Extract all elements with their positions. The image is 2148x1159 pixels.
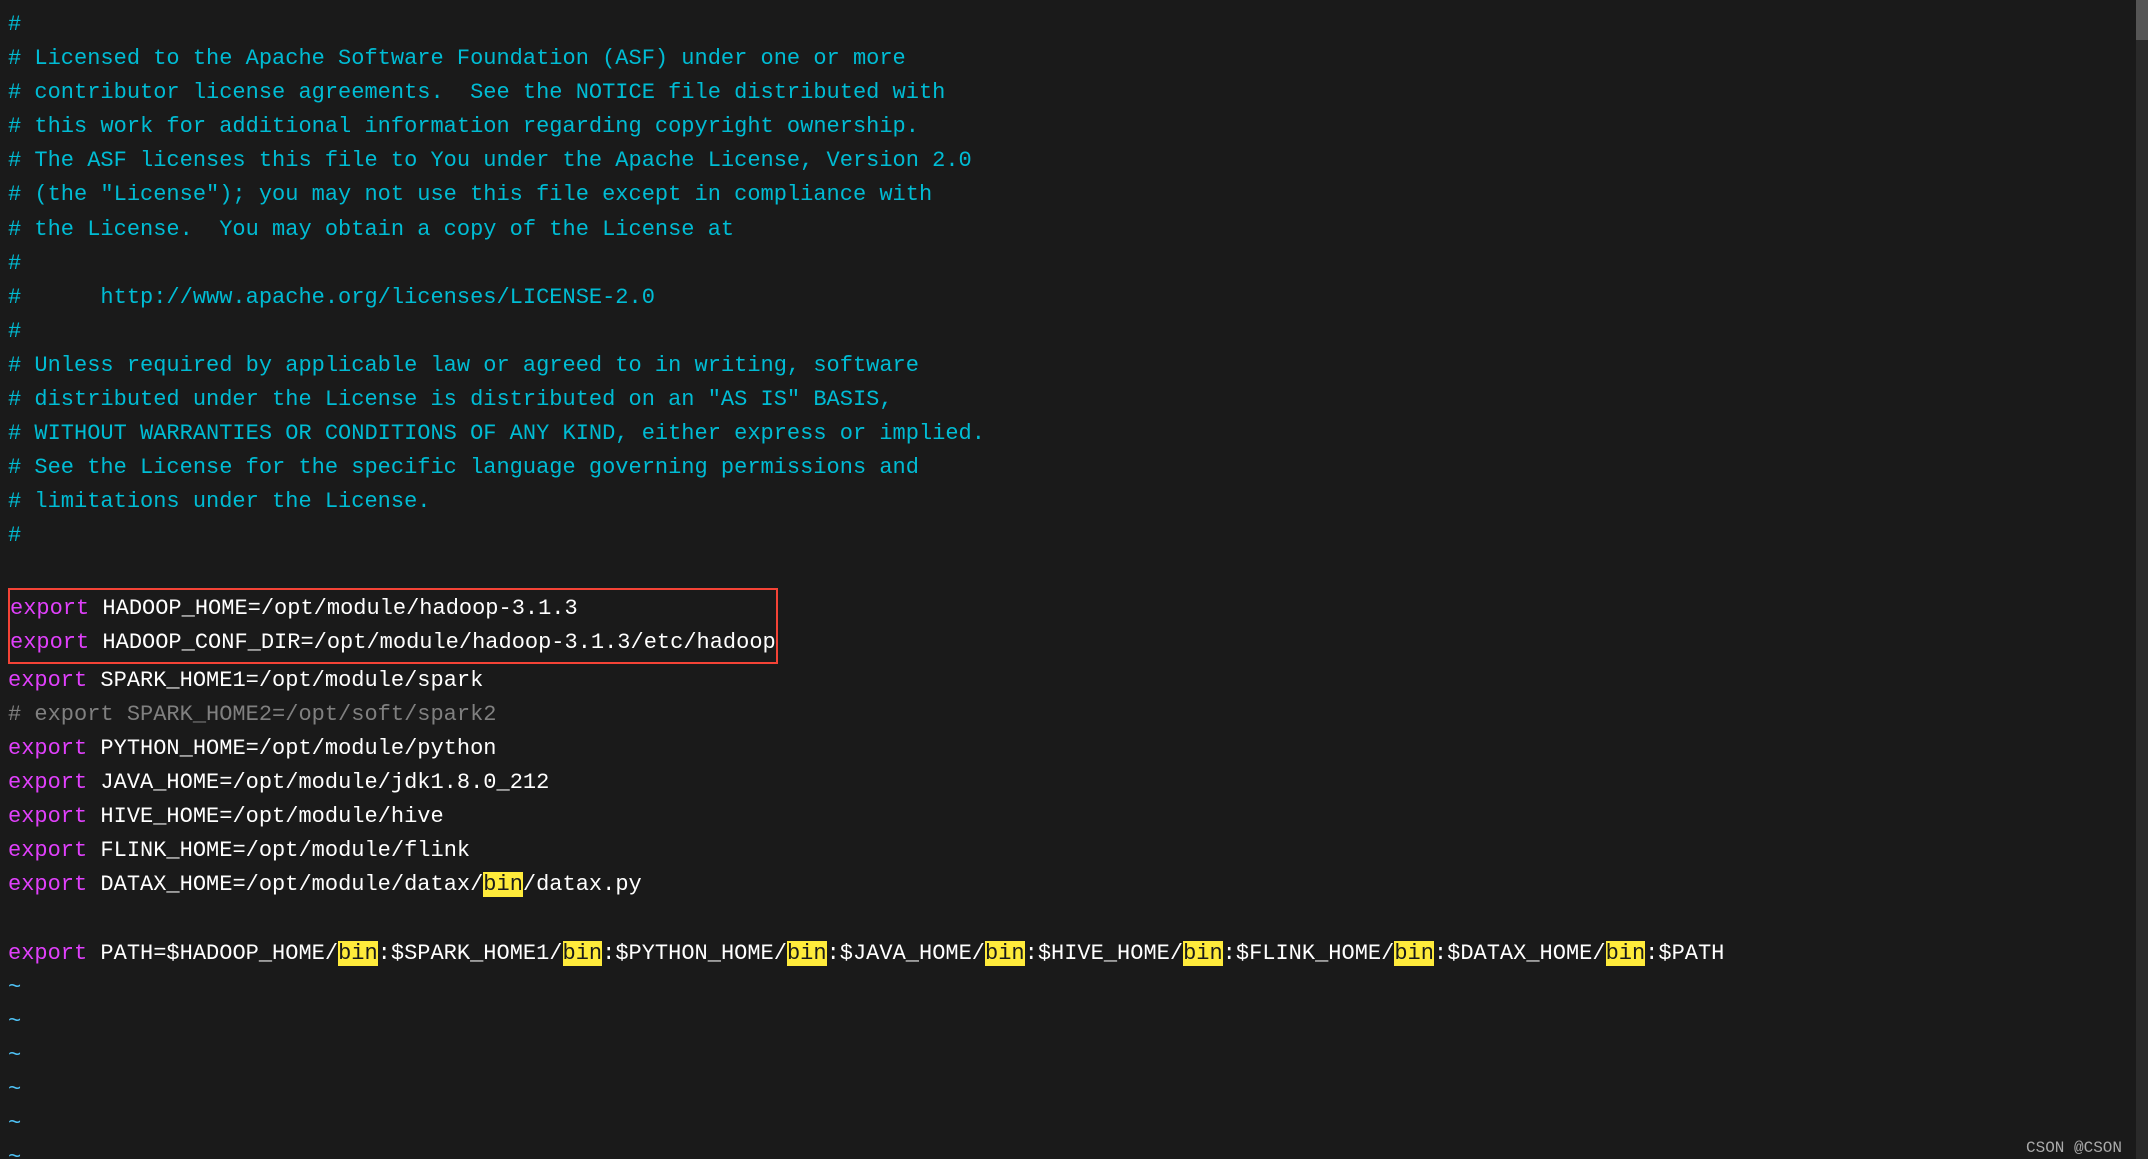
line-5: # The ASF licenses this file to You unde… xyxy=(8,144,2148,178)
tilde-2: ~ xyxy=(8,1005,2148,1039)
line-commented-spark2: # export SPARK_HOME2=/opt/soft/spark2 xyxy=(8,698,2148,732)
tilde-6: ~ xyxy=(8,1141,2148,1159)
scrollbar[interactable] xyxy=(2136,0,2148,1159)
scrollbar-thumb[interactable] xyxy=(2136,0,2148,40)
line-11: # Unless required by applicable law or a… xyxy=(8,349,2148,383)
tilde-5: ~ xyxy=(8,1107,2148,1141)
line-10: # xyxy=(8,315,2148,349)
line-7: # the License. You may obtain a copy of … xyxy=(8,213,2148,247)
line-empty-2 xyxy=(8,902,2148,936)
line-9: # http://www.apache.org/licenses/LICENSE… xyxy=(8,281,2148,315)
line-1: # xyxy=(8,8,2148,42)
line-export-spark-home1: export SPARK_HOME1=/opt/module/spark xyxy=(8,664,2148,698)
line-empty-1 xyxy=(8,554,2148,588)
line-export-python-home: export PYTHON_HOME=/opt/module/python xyxy=(8,732,2148,766)
bottom-bar: CSON @CSON xyxy=(2020,1137,2128,1159)
line-4: # this work for additional information r… xyxy=(8,110,2148,144)
line-15: # limitations under the License. xyxy=(8,485,2148,519)
line-3: # contributor license agreements. See th… xyxy=(8,76,2148,110)
line-8: # xyxy=(8,247,2148,281)
line-export-hive-home: export HIVE_HOME=/opt/module/hive xyxy=(8,800,2148,834)
line-export-datax-home: export DATAX_HOME=/opt/module/datax/bin/… xyxy=(8,868,2148,902)
tilde-3: ~ xyxy=(8,1039,2148,1073)
editor-container: # # Licensed to the Apache Software Foun… xyxy=(0,0,2148,1159)
line-export-java-home: export JAVA_HOME=/opt/module/jdk1.8.0_21… xyxy=(8,766,2148,800)
line-export-hadoop-home: export HADOOP_HOME=/opt/module/hadoop-3.… xyxy=(10,592,776,626)
line-13: # WITHOUT WARRANTIES OR CONDITIONS OF AN… xyxy=(8,417,2148,451)
line-export-hadoop-conf: export HADOOP_CONF_DIR=/opt/module/hadoo… xyxy=(10,626,776,660)
line-export-flink-home: export FLINK_HOME=/opt/module/flink xyxy=(8,834,2148,868)
line-2: # Licensed to the Apache Software Founda… xyxy=(8,42,2148,76)
line-14: # See the License for the specific langu… xyxy=(8,451,2148,485)
line-12: # distributed under the License is distr… xyxy=(8,383,2148,417)
line-export-path: export PATH=$HADOOP_HOME/bin:$SPARK_HOME… xyxy=(8,937,2148,971)
line-6: # (the "License"); you may not use this … xyxy=(8,178,2148,212)
highlighted-export-block: export HADOOP_HOME=/opt/module/hadoop-3.… xyxy=(8,588,778,664)
tilde-1: ~ xyxy=(8,971,2148,1005)
tilde-4: ~ xyxy=(8,1073,2148,1107)
line-16: # xyxy=(8,519,2148,553)
